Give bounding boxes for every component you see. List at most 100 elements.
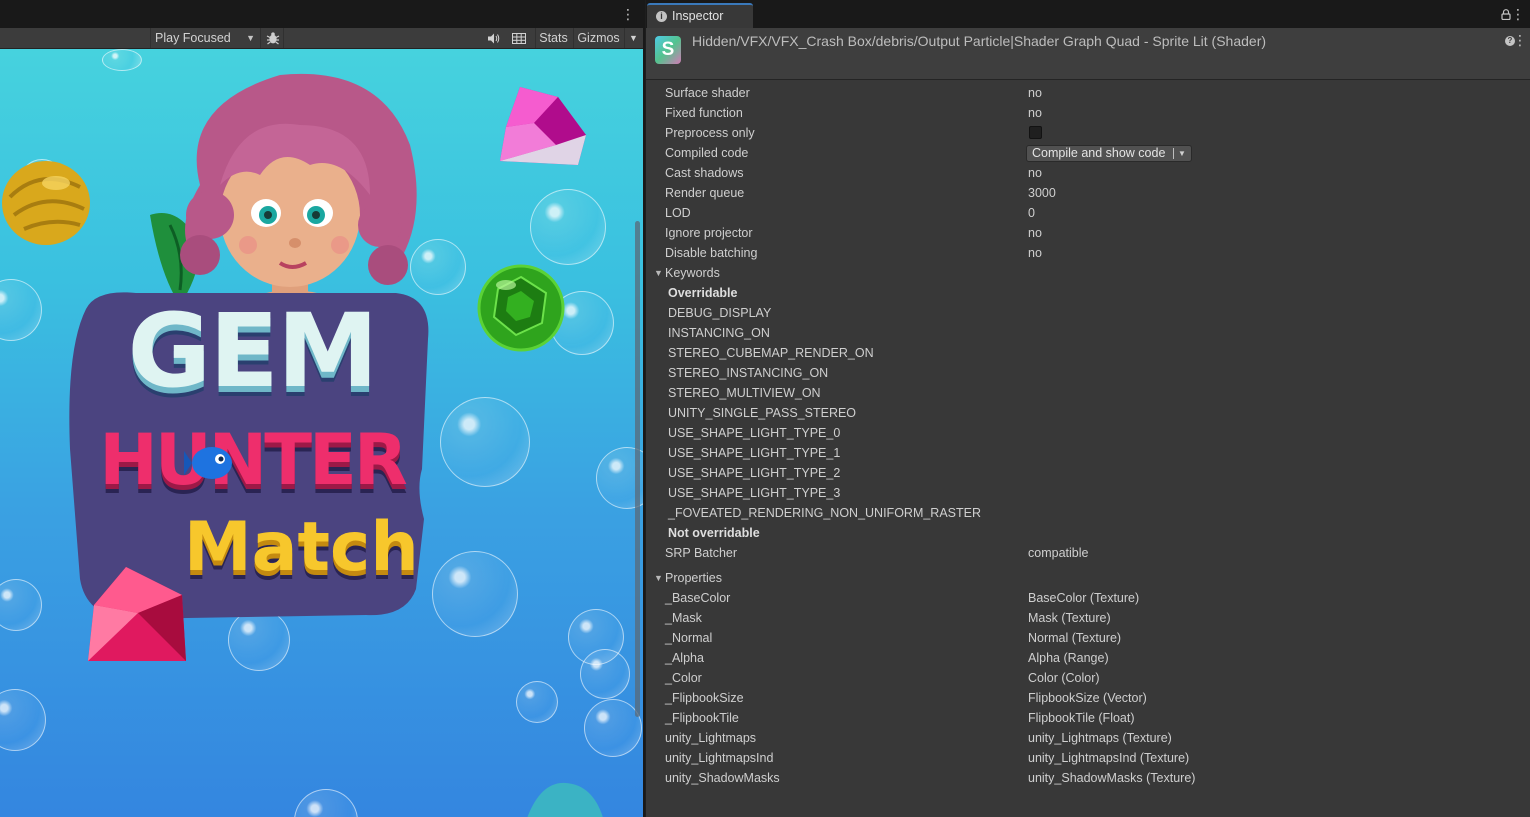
- row-value: 0: [1028, 206, 1035, 220]
- row-label: Surface shader: [665, 86, 750, 100]
- row-render-queue: Render queue 3000: [646, 183, 1530, 203]
- bubble: [102, 49, 142, 71]
- tab-inspector-label: Inspector: [672, 9, 724, 23]
- row-value: no: [1028, 86, 1042, 100]
- keyword-item: USE_SHAPE_LIGHT_TYPE_3: [646, 483, 1530, 503]
- bubble: [0, 689, 46, 751]
- row-value: no: [1028, 246, 1042, 260]
- property-row: _Mask Mask (Texture): [646, 608, 1530, 628]
- game-viewport[interactable]: GEM HUNTER Match: [0, 49, 643, 817]
- blue-fish-icon: [184, 447, 232, 479]
- row-value: no: [1028, 166, 1042, 180]
- more-options-icon[interactable]: ⋮: [1511, 6, 1525, 22]
- keyword-label: STEREO_INSTANCING_ON: [668, 366, 829, 380]
- keyword-item: UNITY_SINGLE_PASS_STEREO: [646, 403, 1530, 423]
- row-disable-batching: Disable batching no: [646, 243, 1530, 263]
- property-row: _Normal Normal (Texture): [646, 628, 1530, 648]
- logo-line-hunter: HUNTER: [99, 419, 407, 501]
- more-options-icon[interactable]: ⋮: [621, 6, 635, 22]
- property-type: FlipbookSize (Vector): [1028, 691, 1147, 705]
- keyword-label: STEREO_MULTIVIEW_ON: [668, 386, 821, 400]
- pink-gem-icon: [500, 87, 586, 165]
- compile-and-show-code-dropdown[interactable]: Compile and show code ▼: [1026, 145, 1192, 162]
- property-type: unity_Lightmaps (Texture): [1028, 731, 1172, 745]
- keyword-item: STEREO_MULTIVIEW_ON: [646, 383, 1530, 403]
- property-type: Normal (Texture): [1028, 631, 1122, 645]
- chevron-down-icon: ▼: [1178, 149, 1186, 158]
- dropdown-divider: [1173, 148, 1174, 159]
- row-compiled-code: Compiled code Compile and show code ▼: [646, 143, 1530, 163]
- foldout-expanded-icon: ▼: [654, 268, 663, 278]
- teal-gem-icon: [527, 782, 603, 817]
- row-ignore-projector: Ignore projector no: [646, 223, 1530, 243]
- keyword-item: USE_SHAPE_LIGHT_TYPE_2: [646, 463, 1530, 483]
- not-overridable-heading: Not overridable: [646, 523, 1530, 543]
- preprocess-only-checkbox[interactable]: [1029, 126, 1042, 139]
- play-mode-dropdown[interactable]: Play Focused ▼: [150, 28, 261, 48]
- compile-button-label: Compile and show code: [1032, 146, 1166, 160]
- game-logo: GEM HUNTER Match: [66, 289, 436, 661]
- property-name: _FlipbookTile: [665, 711, 739, 725]
- lock-icon[interactable]: [1501, 9, 1511, 20]
- bubble: [516, 681, 558, 723]
- unity-editor: ⋮ Play Focused ▼ Stats Gizmos ▼ GEM HUNT…: [0, 0, 1530, 817]
- play-mode-label: Play Focused: [155, 31, 231, 45]
- not-overridable-label: Not overridable: [668, 526, 760, 540]
- game-view-panel: ⋮ Play Focused ▼ Stats Gizmos ▼ GEM HUNT…: [0, 0, 643, 817]
- property-name: unity_ShadowMasks: [665, 771, 780, 785]
- row-label: Disable batching: [665, 246, 758, 260]
- property-name: _Mask: [665, 611, 702, 625]
- chevron-down-icon: ▼: [246, 33, 255, 43]
- keywords-foldout[interactable]: ▼ Keywords: [646, 263, 1530, 283]
- property-type: Mask (Texture): [1028, 611, 1111, 625]
- row-label: Cast shadows: [665, 166, 744, 180]
- bubble: [0, 279, 42, 341]
- logo-line-match: Match: [184, 508, 419, 587]
- grid-icon[interactable]: [508, 28, 530, 48]
- bubble: [584, 699, 642, 757]
- overridable-label: Overridable: [668, 286, 738, 300]
- property-type: FlipbookTile (Float): [1028, 711, 1135, 725]
- foldout-expanded-icon: ▼: [654, 573, 663, 583]
- bubble: [294, 789, 358, 817]
- property-row: unity_LightmapsInd unity_LightmapsInd (Te…: [646, 748, 1530, 768]
- keyword-label: USE_SHAPE_LIGHT_TYPE_3: [668, 486, 841, 500]
- logo-line-gem: GEM: [127, 292, 379, 411]
- yellow-gem-icon: [2, 161, 90, 245]
- gizmos-button[interactable]: Gizmos: [573, 28, 623, 48]
- gizmos-dropdown-arrow-icon[interactable]: ▼: [624, 28, 642, 48]
- row-label: Ignore projector: [665, 226, 753, 240]
- more-options-icon[interactable]: ⋮: [1513, 32, 1527, 48]
- row-lod: LOD 0: [646, 203, 1530, 223]
- property-type: Alpha (Range): [1028, 651, 1109, 665]
- bubble: [432, 551, 518, 637]
- property-name: unity_LightmapsInd: [665, 751, 774, 765]
- properties-foldout[interactable]: ▼ Properties: [646, 568, 1530, 588]
- property-row: _Alpha Alpha (Range): [646, 648, 1530, 668]
- tab-inspector[interactable]: i Inspector: [647, 3, 753, 28]
- keyword-item: DEBUG_DISPLAY: [646, 303, 1530, 323]
- keyword-item: USE_SHAPE_LIGHT_TYPE_0: [646, 423, 1530, 443]
- property-name: _Alpha: [665, 651, 704, 665]
- green-gem-icon: [477, 264, 565, 352]
- bubble: [440, 397, 530, 487]
- property-type: unity_LightmapsInd (Texture): [1028, 751, 1190, 765]
- property-name: _Normal: [665, 631, 713, 645]
- property-row: unity_Lightmaps unity_Lightmaps (Texture): [646, 728, 1530, 748]
- keyword-label: USE_SHAPE_LIGHT_TYPE_1: [668, 446, 841, 460]
- properties-label: Properties: [665, 571, 722, 585]
- keyword-label: UNITY_SINGLE_PASS_STEREO: [668, 406, 857, 420]
- stats-button[interactable]: Stats: [535, 28, 571, 48]
- row-value: no: [1028, 226, 1042, 240]
- shader-icon: S: [655, 36, 681, 64]
- row-value: 3000: [1028, 186, 1056, 200]
- property-row: unity_ShadowMasks unity_ShadowMasks (Text…: [646, 768, 1530, 788]
- game-toolbar: Play Focused ▼ Stats Gizmos ▼: [0, 28, 643, 49]
- property-name: _BaseColor: [665, 591, 731, 605]
- row-value: no: [1028, 106, 1042, 120]
- audio-mute-icon[interactable]: [484, 28, 504, 48]
- scrollbar[interactable]: [635, 221, 640, 717]
- bug-icon[interactable]: [262, 28, 284, 48]
- row-label: Compiled code: [665, 146, 749, 160]
- shader-title: Hidden/VFX/VFX_Crash Box/debris/Output P…: [692, 33, 1267, 49]
